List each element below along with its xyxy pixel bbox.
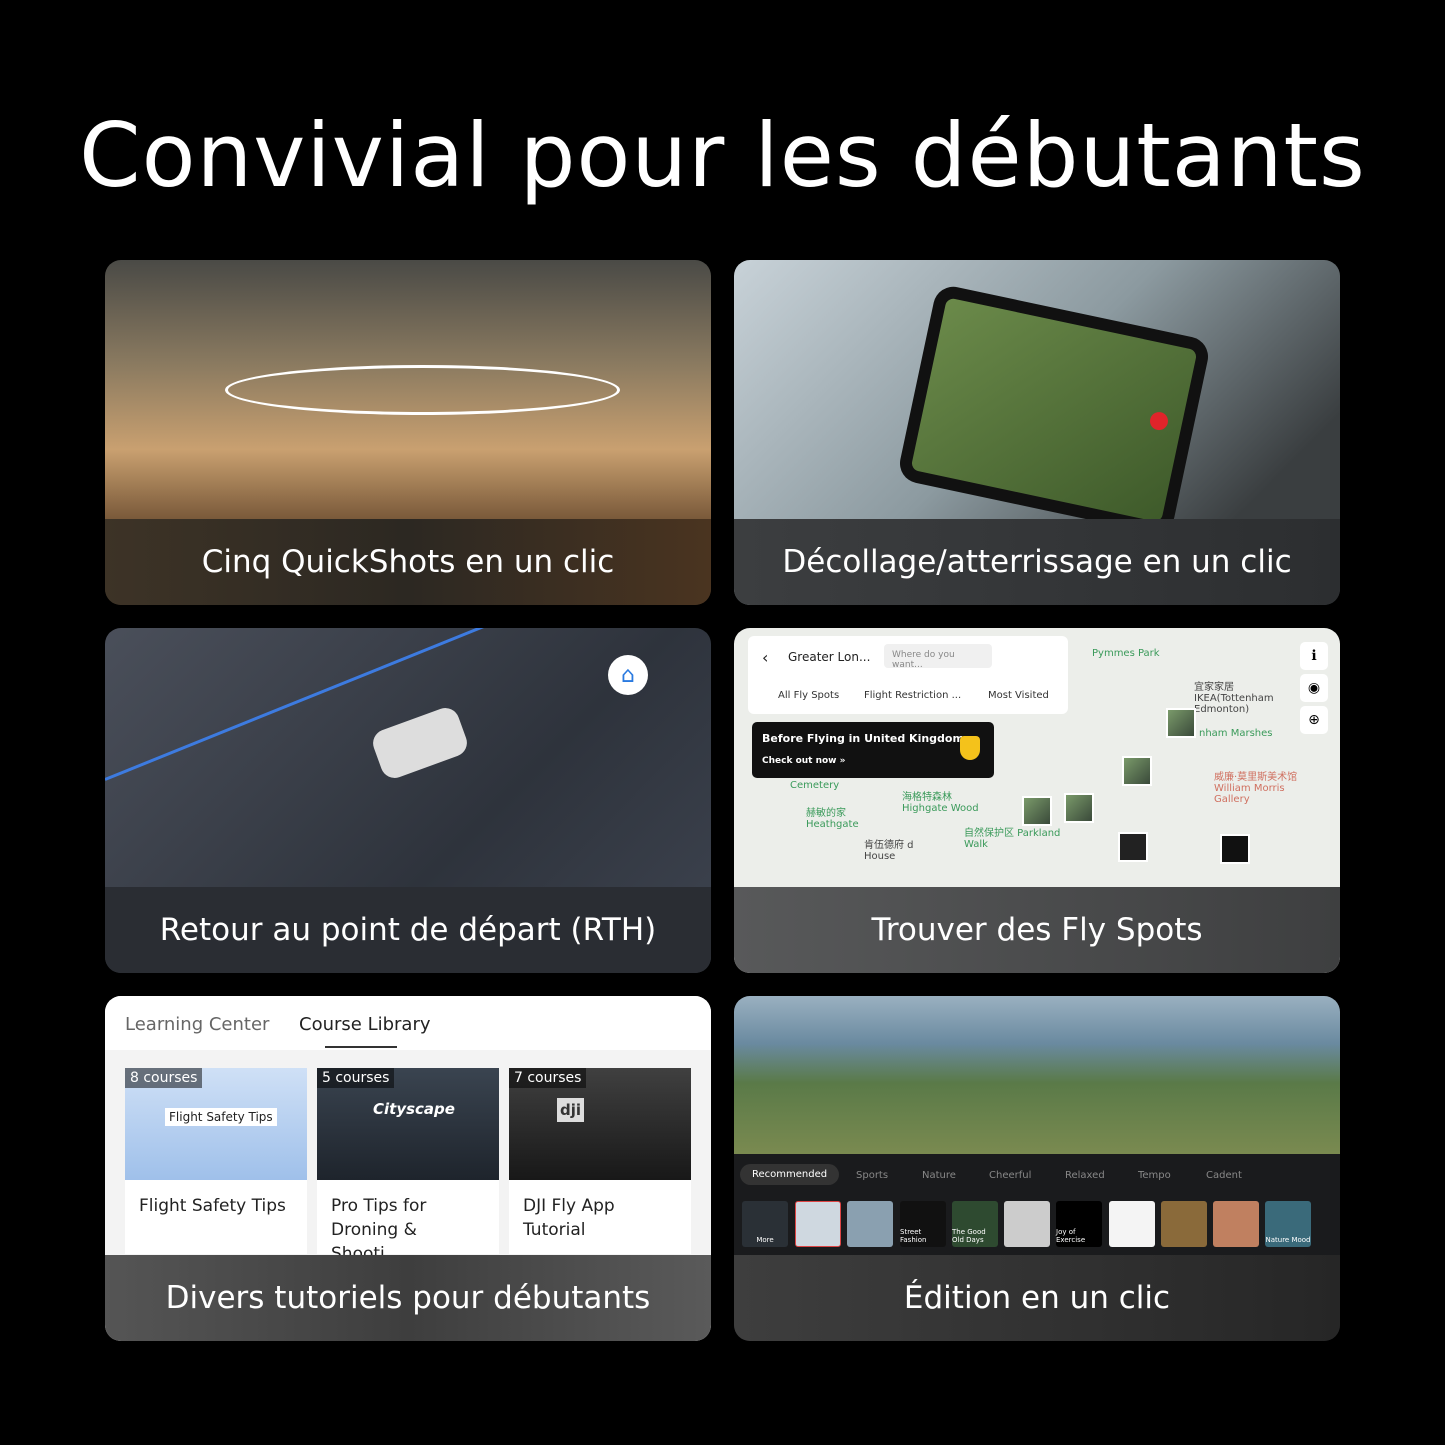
tab-tempo[interactable]: Tempo — [1138, 1170, 1171, 1181]
tab-bar: Learning Center Course Library — [105, 996, 711, 1050]
spot-thumbnail[interactable] — [1166, 708, 1196, 738]
page-title: Convivial pour les débutants — [79, 104, 1366, 207]
spot-thumbnail[interactable] — [1022, 796, 1052, 826]
card-caption: Trouver des Fly Spots — [734, 887, 1340, 973]
filter-all-fly-spots[interactable]: All Fly Spots — [778, 690, 839, 701]
map-label: 自然保护区 Parkland Walk — [964, 828, 1061, 850]
active-tab-indicator — [325, 1046, 397, 1048]
card-caption: Décollage/atterrissage en un clic — [734, 519, 1340, 605]
spot-thumbnail[interactable] — [1122, 756, 1152, 786]
thumb-text: Cityscape — [373, 1100, 455, 1118]
template-tile[interactable]: Street Fashion — [900, 1201, 946, 1247]
card-tutorials: Learning Center Course Library 8 courses… — [105, 996, 711, 1341]
card-caption: Cinq QuickShots en un clic — [105, 519, 711, 605]
template-tile[interactable] — [1213, 1201, 1259, 1247]
back-icon[interactable]: ‹ — [762, 648, 768, 667]
tab-course-library[interactable]: Course Library — [299, 1014, 431, 1035]
thumb-text: Flight Safety Tips — [165, 1108, 277, 1126]
filter-most-visited[interactable]: Most Visited — [988, 690, 1049, 701]
before-flying-banner[interactable]: Before Flying in United Kingdom Check ou… — [752, 722, 994, 778]
tab-cadent[interactable]: Cadent — [1206, 1170, 1242, 1181]
card-caption: Édition en un clic — [734, 1255, 1340, 1341]
course-card[interactable]: 8 courses Flight Safety Tips Flight Safet… — [125, 1068, 307, 1254]
info-icon[interactable]: ℹ — [1300, 642, 1328, 670]
music-tabs: Recommended Sports Nature Cheerful Relax… — [734, 1161, 1340, 1191]
dji-logo: dji — [557, 1098, 585, 1122]
tab-nature[interactable]: Nature — [922, 1170, 956, 1181]
card-caption: Retour au point de départ (RTH) — [105, 887, 711, 973]
shield-icon — [960, 736, 980, 760]
course-name: DJI Fly App Tutorial — [523, 1196, 615, 1240]
eye-icon[interactable]: ◉ — [1300, 674, 1328, 702]
locate-icon[interactable]: ⊕ — [1300, 706, 1328, 734]
template-tile[interactable]: Nature Mood — [1265, 1201, 1311, 1247]
phone-image — [896, 283, 1212, 537]
map-label: 肯伍德府 d House — [864, 840, 914, 862]
tab-sports[interactable]: Sports — [856, 1170, 888, 1181]
map-label: Cemetery — [790, 780, 840, 791]
map-label: Pymmes Park — [1092, 648, 1160, 659]
map-label: 海格特森林 Highgate Wood — [902, 792, 979, 814]
map-label: nham Marshes — [1199, 728, 1273, 739]
map-label: 赫敏的家 Heathgate — [806, 808, 859, 830]
map-label: 威廉·莫里斯美术馆 William Morris Gallery — [1214, 772, 1298, 805]
template-tile[interactable] — [795, 1201, 841, 1247]
home-point-icon: ⌂ — [608, 655, 648, 695]
card-rth: ⌂ Retour au point de départ (RTH) — [105, 628, 711, 973]
template-tile[interactable]: Joy of Exercise — [1056, 1201, 1102, 1247]
map-label: 宜家家居 IKEA(Tottenham Edmonton) — [1194, 682, 1274, 715]
spot-thumbnail[interactable] — [1118, 832, 1148, 862]
template-tile[interactable] — [1161, 1201, 1207, 1247]
filter-flight-restriction[interactable]: Flight Restriction ... — [864, 690, 961, 701]
template-tile[interactable] — [847, 1201, 893, 1247]
card-caption: Divers tutoriels pour débutants — [105, 1255, 711, 1341]
course-count: 7 courses — [509, 1068, 587, 1088]
card-editing: Recommended Sports Nature Cheerful Relax… — [734, 996, 1340, 1341]
map-header: ‹ Greater Lon... Where do you want... Al… — [748, 636, 1068, 714]
template-tile[interactable] — [1004, 1201, 1050, 1247]
flight-path — [105, 628, 625, 781]
tab-relaxed[interactable]: Relaxed — [1065, 1170, 1105, 1181]
location-select[interactable]: Greater Lon... — [788, 650, 870, 664]
course-card[interactable]: 5 courses Cityscape Pro Tips for Droning … — [317, 1068, 499, 1264]
tab-learning-center[interactable]: Learning Center — [125, 1014, 269, 1035]
tab-recommended[interactable]: Recommended — [740, 1164, 840, 1185]
card-fly-spots: ‹ Greater Lon... Where do you want... Al… — [734, 628, 1340, 973]
spot-thumbnail[interactable] — [1220, 834, 1250, 864]
tab-cheerful[interactable]: Cheerful — [989, 1170, 1031, 1181]
template-tile[interactable]: The Good Old Days — [952, 1201, 998, 1247]
course-count: 5 courses — [317, 1068, 395, 1088]
family-photo — [734, 996, 1340, 1154]
spot-thumbnail[interactable] — [1064, 793, 1094, 823]
orbit-path-icon — [225, 365, 620, 415]
card-takeoff-landing: Décollage/atterrissage en un clic — [734, 260, 1340, 605]
course-card[interactable]: 7 courses dji DJI Fly App Tutorial — [509, 1068, 691, 1254]
drone-image — [369, 704, 471, 782]
banner-action[interactable]: Check out now » — [762, 756, 845, 766]
course-count: 8 courses — [125, 1068, 203, 1088]
course-name: Flight Safety Tips — [139, 1196, 286, 1216]
card-quickshots: Cinq QuickShots en un clic — [105, 260, 711, 605]
more-templates-button[interactable]: More — [742, 1201, 788, 1247]
banner-title: Before Flying in United Kingdom — [762, 732, 964, 745]
template-tile[interactable] — [1109, 1201, 1155, 1247]
search-input[interactable]: Where do you want... — [884, 644, 992, 670]
